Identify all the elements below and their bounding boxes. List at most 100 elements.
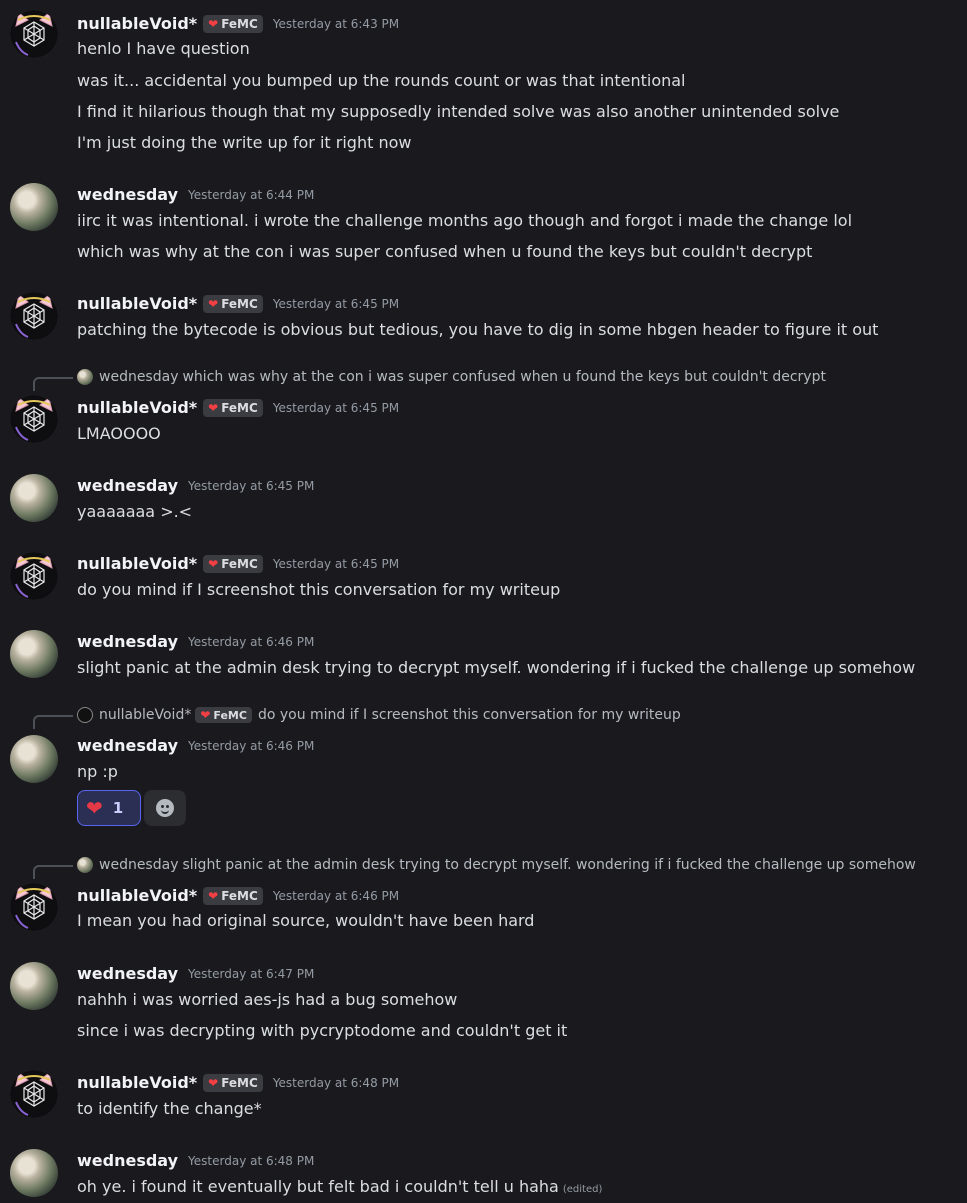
smiley-icon [156, 799, 174, 817]
message-text: patching the bytecode is obvious but ted… [77, 320, 879, 339]
message-header: nullableVoid* ❤ FeMC Yesterday at 6:48 PM [77, 1073, 399, 1092]
message-header: nullableVoid* ❤ FeMC Yesterday at 6:45 PM [77, 398, 399, 417]
user-avatar-nullablevoid[interactable] [10, 10, 58, 58]
heart-icon: ❤ [86, 796, 103, 820]
reaction-heart[interactable]: ❤ 1 [77, 790, 141, 826]
timestamp[interactable]: Yesterday at 6:46 PM [188, 739, 314, 753]
heart-icon: ❤ [208, 400, 219, 415]
username[interactable]: wednesday [77, 1151, 178, 1170]
username[interactable]: nullableVoid* [77, 14, 197, 33]
reply-username[interactable]: wednesday [99, 369, 178, 385]
reply-avatar [77, 369, 93, 385]
heart-icon: ❤ [208, 556, 219, 571]
message-header: wednesday Yesterday at 6:45 PM [77, 476, 314, 495]
message-text: since i was decrypting with pycryptodome… [77, 1021, 568, 1040]
timestamp[interactable]: Yesterday at 6:47 PM [188, 967, 314, 981]
username[interactable]: wednesday [77, 185, 178, 204]
reply-preview[interactable]: wednesday which was why at the con i was… [77, 369, 826, 385]
server-tag[interactable]: ❤ FeMC [203, 398, 263, 417]
user-avatar-nullablevoid[interactable] [10, 395, 58, 443]
message-text: iirc it was intentional. i wrote the cha… [77, 211, 853, 230]
user-avatar-wednesday[interactable] [10, 183, 58, 231]
reply-avatar [77, 857, 93, 873]
timestamp[interactable]: Yesterday at 6:48 PM [188, 1154, 314, 1168]
username[interactable]: wednesday [77, 964, 178, 983]
user-avatar-wednesday[interactable] [10, 1149, 58, 1197]
timestamp[interactable]: Yesterday at 6:46 PM [273, 889, 399, 903]
reaction-count: 1 [112, 799, 124, 817]
username[interactable]: nullableVoid* [77, 398, 197, 417]
edited-label: (edited) [562, 1184, 603, 1195]
reply-username[interactable]: nullableVoid* [99, 707, 191, 723]
message-header: nullableVoid* ❤ FeMC Yesterday at 6:45 PM [77, 554, 399, 573]
username[interactable]: nullableVoid* [77, 1073, 197, 1092]
heart-icon: ❤ [208, 296, 219, 311]
message-text: I'm just doing the write up for it right… [77, 133, 412, 152]
message-text: oh ye. i found it eventually but felt ba… [77, 1177, 602, 1196]
timestamp[interactable]: Yesterday at 6:45 PM [273, 401, 399, 415]
user-avatar-nullablevoid[interactable] [10, 883, 58, 931]
timestamp[interactable]: Yesterday at 6:46 PM [188, 635, 314, 649]
user-avatar-nullablevoid[interactable] [10, 1070, 58, 1118]
reply-username[interactable]: wednesday [99, 857, 178, 873]
user-avatar-nullablevoid[interactable] [10, 552, 58, 600]
user-avatar-wednesday[interactable] [10, 962, 58, 1010]
message-text: LMAOOOO [77, 424, 161, 443]
message-text: np :p [77, 762, 118, 781]
reply-spine [33, 377, 73, 391]
reply-avatar [77, 707, 93, 723]
username[interactable]: wednesday [77, 632, 178, 651]
reply-text: do you mind if I screenshot this convers… [257, 707, 681, 723]
timestamp[interactable]: Yesterday at 6:44 PM [188, 188, 314, 202]
reply-preview[interactable]: nullableVoid* ❤ FeMC do you mind if I scr… [77, 707, 681, 723]
message-header: wednesday Yesterday at 6:46 PM [77, 632, 314, 651]
reply-spine [33, 715, 73, 729]
reply-text: which was why at the con i was super con… [182, 369, 826, 385]
server-tag[interactable]: ❤ FeMC [203, 294, 263, 313]
timestamp[interactable]: Yesterday at 6:45 PM [273, 557, 399, 571]
message-text: henlo I have question [77, 39, 250, 58]
username[interactable]: wednesday [77, 736, 178, 755]
message-header: wednesday Yesterday at 6:46 PM [77, 736, 314, 755]
user-avatar-wednesday[interactable] [10, 630, 58, 678]
timestamp[interactable]: Yesterday at 6:45 PM [188, 479, 314, 493]
message-header: wednesday Yesterday at 6:47 PM [77, 964, 314, 983]
message-header: wednesday Yesterday at 6:48 PM [77, 1151, 314, 1170]
server-tag[interactable]: ❤ FeMC [203, 1073, 263, 1092]
add-reaction-button[interactable] [144, 790, 186, 826]
reply-spine [33, 865, 73, 879]
username[interactable]: nullableVoid* [77, 554, 197, 573]
message-header: nullableVoid* ❤ FeMC Yesterday at 6:46 PM [77, 886, 399, 905]
server-tag[interactable]: ❤ FeMC [203, 14, 263, 33]
message-text-content: oh ye. i found it eventually but felt ba… [77, 1177, 559, 1196]
username[interactable]: nullableVoid* [77, 886, 197, 905]
server-tag[interactable]: ❤ FeMC [195, 707, 252, 723]
timestamp[interactable]: Yesterday at 6:45 PM [273, 297, 399, 311]
heart-icon: ❤ [208, 888, 219, 903]
heart-icon: ❤ [200, 708, 211, 722]
message-text: was it... accidental you bumped up the r… [77, 71, 686, 90]
server-tag[interactable]: ❤ FeMC [203, 554, 263, 573]
user-avatar-wednesday[interactable] [10, 474, 58, 522]
message-header: nullableVoid* ❤ FeMC Yesterday at 6:43 PM [77, 14, 399, 33]
timestamp[interactable]: Yesterday at 6:48 PM [273, 1076, 399, 1090]
message-text: I find it hilarious though that my suppo… [77, 102, 840, 121]
user-avatar-nullablevoid[interactable] [10, 292, 58, 340]
message-text: do you mind if I screenshot this convers… [77, 580, 561, 599]
message-header: nullableVoid* ❤ FeMC Yesterday at 6:45 PM [77, 294, 399, 313]
message-text: to identify the change* [77, 1099, 262, 1118]
server-tag[interactable]: ❤ FeMC [203, 886, 263, 905]
reply-preview[interactable]: wednesday slight panic at the admin desk… [77, 857, 916, 873]
username[interactable]: wednesday [77, 476, 178, 495]
user-avatar-wednesday[interactable] [10, 735, 58, 783]
username[interactable]: nullableVoid* [77, 294, 197, 313]
message-text: yaaaaaaa >.< [77, 502, 193, 521]
heart-icon: ❤ [208, 16, 219, 31]
message-text: which was why at the con i was super con… [77, 242, 813, 261]
message-text: I mean you had original source, wouldn't… [77, 911, 535, 930]
message-text: nahhh i was worried aes-js had a bug som… [77, 990, 458, 1009]
message-header: wednesday Yesterday at 6:44 PM [77, 185, 314, 204]
timestamp[interactable]: Yesterday at 6:43 PM [273, 17, 399, 31]
message-text: slight panic at the admin desk trying to… [77, 658, 916, 677]
heart-icon: ❤ [208, 1075, 219, 1090]
